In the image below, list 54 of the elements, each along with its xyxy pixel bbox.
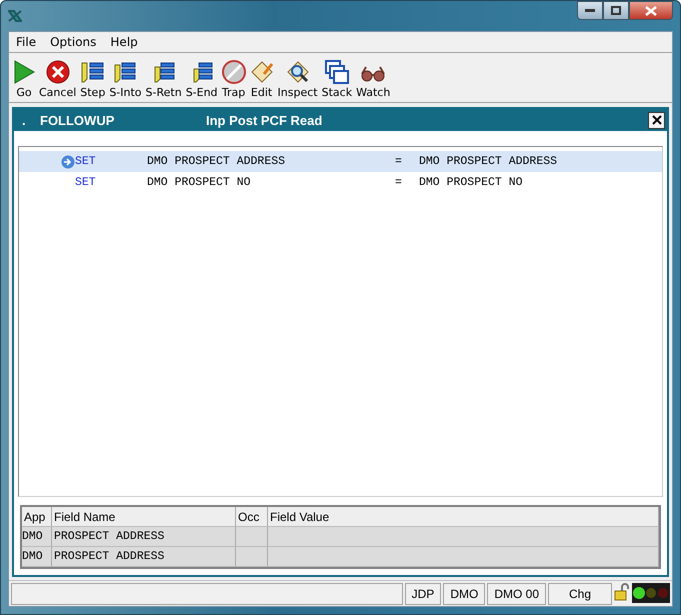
stack-icon (324, 60, 349, 84)
toolbar-button[interactable]: Trap (220, 60, 248, 99)
panel-title: Inp Post PCF Read (206, 112, 324, 128)
maximize-icon (611, 6, 621, 15)
close-button[interactable] (629, 1, 673, 20)
toolbar-button[interactable]: S-Retn (144, 60, 184, 99)
menu-item[interactable]: Options (45, 35, 102, 49)
step-into-icon (113, 60, 138, 84)
table-cell: DMO (22, 547, 52, 567)
inspect-icon (286, 60, 310, 84)
toolbar-button[interactable]: Step (78, 60, 108, 99)
toolbar-button[interactable]: Stack (320, 60, 354, 99)
close-button[interactable] (648, 112, 665, 128)
toolbar-button[interactable]: Go (11, 60, 37, 99)
padlock-icon (614, 583, 630, 601)
glasses-icon (360, 64, 386, 84)
play-icon (13, 60, 35, 84)
code-target: DMO PROSPECT NO (147, 176, 252, 189)
code-keyword: SET (75, 176, 97, 189)
status-field: Chg (548, 583, 612, 605)
traffic-light-icon (632, 583, 670, 603)
program-name: FOLLOWUP (40, 112, 116, 128)
toolbar-button[interactable]: S-End (184, 60, 220, 99)
app-logo-icon (8, 10, 22, 22)
table-cell: PROSPECT ADDRESS (52, 547, 236, 567)
close-icon (652, 115, 662, 125)
table-cell (236, 547, 268, 567)
code-operator: = (395, 155, 403, 168)
status-field: DMO (443, 583, 486, 605)
edit-icon (250, 60, 274, 84)
cancel-icon (46, 60, 70, 84)
toolbar-button[interactable]: Edit (248, 60, 276, 99)
panel-marker: . (21, 112, 27, 128)
minimize-icon (585, 8, 595, 12)
step-return-icon (152, 60, 176, 84)
status-field: JDP (404, 583, 442, 605)
code-line[interactable]: SET DMO PROSPECT NO = DMO PROSPECT NO (19, 172, 662, 193)
code-target: DMO PROSPECT ADDRESS (147, 155, 286, 168)
trap-icon (222, 60, 246, 84)
toolbar-button[interactable]: Watch (354, 64, 392, 99)
minimize-button[interactable] (577, 1, 603, 20)
code-operator: = (395, 176, 403, 189)
menu-item[interactable]: Help (105, 35, 143, 49)
maximize-button[interactable] (603, 1, 629, 20)
code-keyword: SET (75, 155, 97, 168)
close-icon (645, 6, 657, 16)
toolbar-button[interactable]: Cancel (37, 60, 78, 99)
toolbar-button[interactable]: S-Into (107, 60, 144, 99)
code-source: DMO PROSPECT ADDRESS (419, 155, 558, 168)
step-icon (80, 60, 105, 84)
code-source: DMO PROSPECT NO (419, 176, 523, 189)
toolbar-button[interactable]: Inspect (276, 60, 320, 99)
menu-item[interactable]: File (11, 35, 42, 49)
status-field: DMO 00 (487, 583, 546, 605)
